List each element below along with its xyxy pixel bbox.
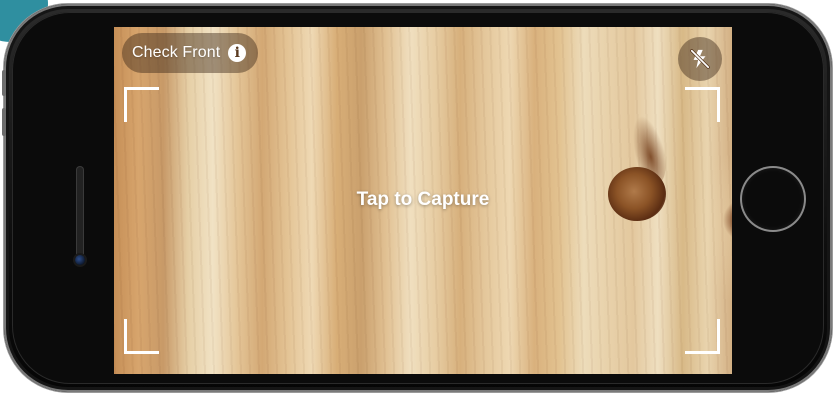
frame-corner-top-left [124,87,159,122]
side-button-top [2,70,6,96]
frame-corner-bottom-right [685,319,720,354]
home-button[interactable] [742,168,804,230]
front-camera-lens [75,255,85,265]
flash-off-icon [690,49,710,69]
info-icon[interactable]: i [228,44,247,62]
side-button-mid [2,108,6,136]
check-front-label: Check Front [132,44,221,61]
earpiece-speaker [76,166,84,262]
camera-viewfinder: Check Front i Tap to Capture [114,27,732,374]
frame-corner-bottom-left [124,319,159,354]
tap-to-capture-label: Tap to Capture [356,189,490,210]
flash-off-button[interactable] [678,37,722,81]
check-front-pill[interactable]: Check Front i [122,33,259,73]
frame-corner-top-right [685,87,720,122]
